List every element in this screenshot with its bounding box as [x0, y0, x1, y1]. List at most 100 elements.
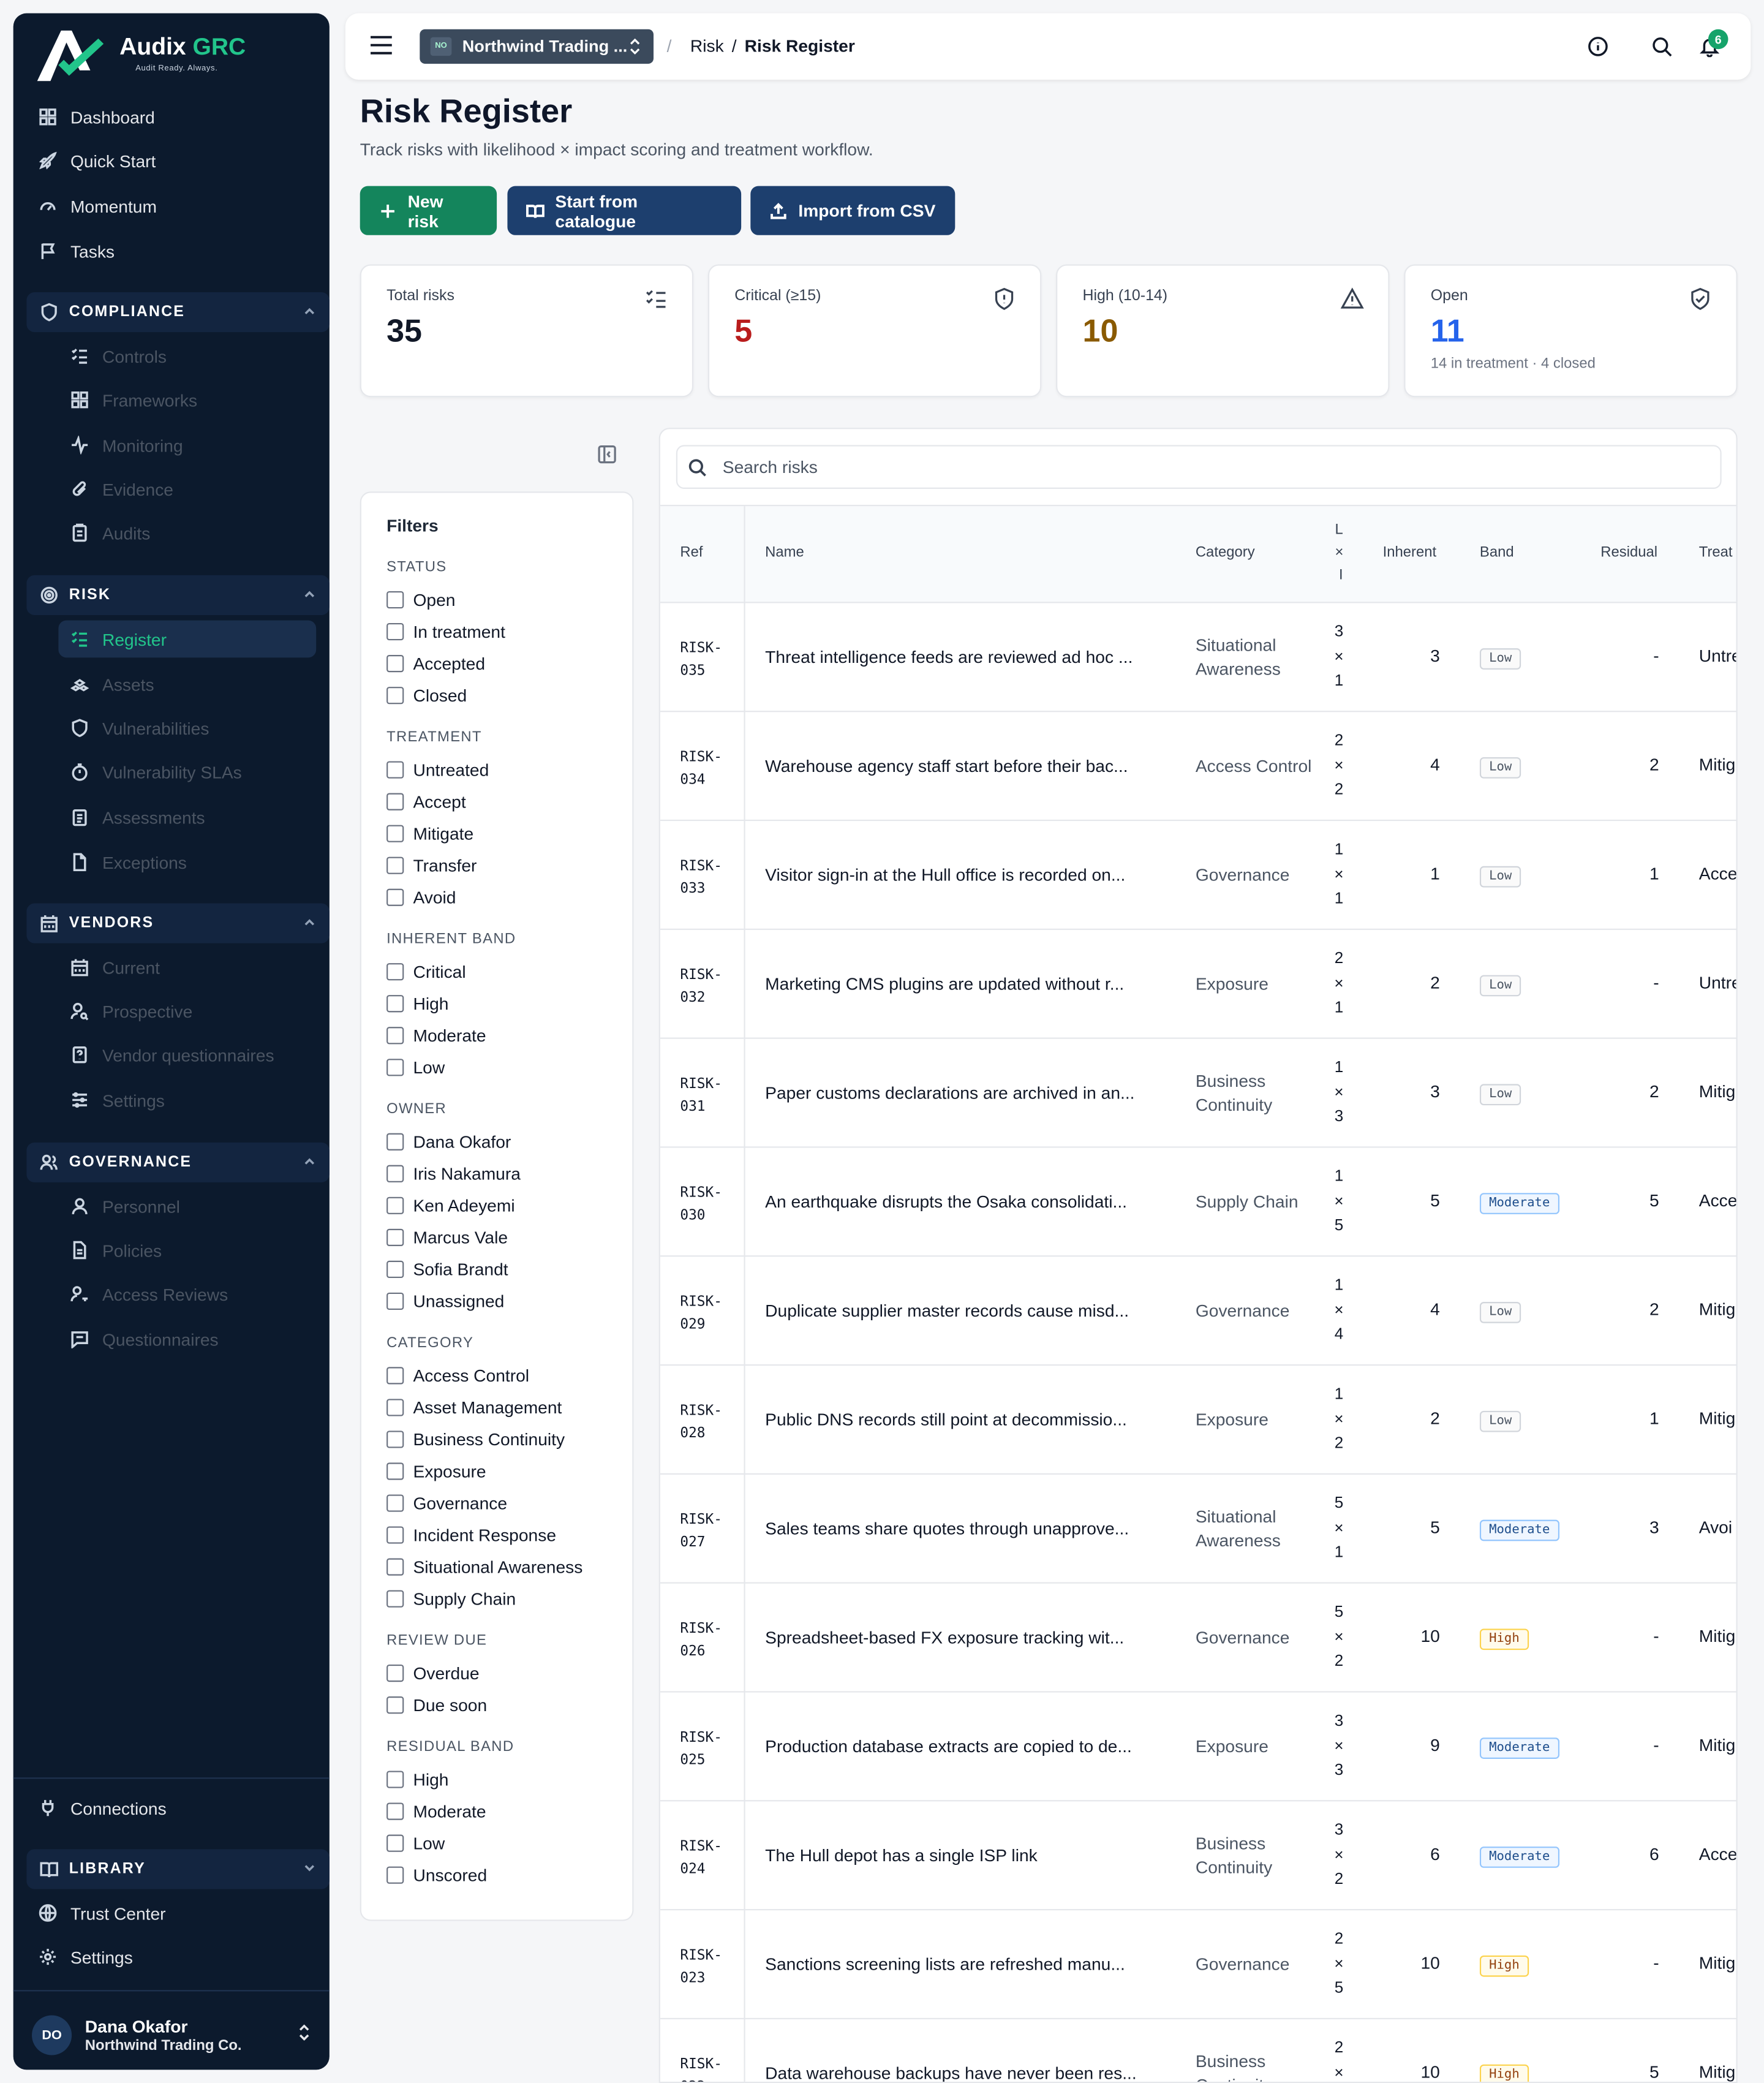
- table-row[interactable]: RISK-028 Public DNS records still point a…: [660, 1366, 1736, 1475]
- checkbox[interactable]: [386, 591, 404, 609]
- table-row[interactable]: RISK-023 Sanctions screening lists are re…: [660, 1910, 1736, 2019]
- section-vendors[interactable]: VENDORS: [26, 903, 330, 943]
- checkbox[interactable]: [386, 1494, 404, 1512]
- table-row[interactable]: RISK-022 Data warehouse backups have neve…: [660, 2019, 1736, 2082]
- checkbox[interactable]: [386, 1665, 404, 1682]
- checkbox[interactable]: [386, 1260, 404, 1279]
- checkbox[interactable]: [386, 995, 404, 1013]
- table-row[interactable]: RISK-030 An earthquake disrupts the Osaka…: [660, 1147, 1736, 1257]
- table-row[interactable]: RISK-029 Duplicate supplier master record…: [660, 1257, 1736, 1366]
- checkbox[interactable]: [386, 963, 404, 981]
- checkbox[interactable]: [386, 1802, 404, 1820]
- risk-ref[interactable]: RISK-034: [680, 747, 733, 792]
- sidebar-item-vulnerabilities[interactable]: Vulnerabilities: [58, 709, 316, 747]
- sidebar-item-prospective[interactable]: Prospective: [58, 992, 316, 1030]
- checkbox[interactable]: [386, 1292, 404, 1310]
- risk-ref[interactable]: RISK-022: [680, 2054, 733, 2082]
- filter-option-high[interactable]: High: [386, 994, 448, 1013]
- checkbox[interactable]: [386, 888, 404, 906]
- filter-option-accept[interactable]: Accept: [386, 792, 466, 812]
- risk-ref[interactable]: RISK-029: [680, 1291, 733, 1337]
- filter-option-sofia-brandt[interactable]: Sofia Brandt: [386, 1260, 508, 1279]
- filter-option-low[interactable]: Low: [386, 1833, 445, 1853]
- sidebar-item-policies[interactable]: Policies: [58, 1231, 316, 1269]
- filter-option-marcus-vale[interactable]: Marcus Vale: [386, 1228, 508, 1247]
- section-library[interactable]: LIBRARY: [26, 1849, 330, 1889]
- filter-option-low[interactable]: Low: [386, 1057, 445, 1078]
- import-csv-button[interactable]: Import from CSV: [750, 186, 956, 235]
- filter-option-dana-okafor[interactable]: Dana Okafor: [386, 1132, 511, 1152]
- sidebar-item-access-reviews[interactable]: Access Reviews: [58, 1276, 316, 1313]
- menu-icon[interactable]: [369, 34, 393, 62]
- risk-name[interactable]: The Hull depot has a single ISP link: [765, 1845, 1164, 1866]
- checkbox[interactable]: [386, 1462, 404, 1480]
- sidebar-item-dashboard[interactable]: Dashboard: [26, 98, 316, 135]
- checkbox[interactable]: [386, 1558, 404, 1576]
- filter-option-situational-awareness[interactable]: Situational Awareness: [386, 1557, 582, 1577]
- col-header-residual[interactable]: Residual: [1600, 545, 1657, 561]
- checkbox[interactable]: [386, 1196, 404, 1214]
- start-from-catalogue-button[interactable]: Start from catalogue: [507, 186, 742, 235]
- checkbox[interactable]: [386, 1771, 404, 1788]
- col-header-inherent[interactable]: Inherent: [1383, 545, 1437, 561]
- sidebar-item-evidence[interactable]: Evidence: [58, 471, 316, 508]
- risk-ref[interactable]: RISK-025: [680, 1727, 733, 1772]
- risk-name[interactable]: Production database extracts are copied …: [765, 1736, 1164, 1756]
- risk-ref[interactable]: RISK-024: [680, 1836, 733, 1881]
- sidebar-item-personnel[interactable]: Personnel: [58, 1188, 316, 1225]
- filter-option-incident-response[interactable]: Incident Response: [386, 1525, 556, 1545]
- sidebar-item-audits[interactable]: Audits: [58, 514, 316, 551]
- risk-name[interactable]: Threat intelligence feeds are reviewed a…: [765, 647, 1164, 667]
- filter-option-overdue[interactable]: Overdue: [386, 1663, 480, 1683]
- filter-option-unassigned[interactable]: Unassigned: [386, 1291, 504, 1311]
- checkbox[interactable]: [386, 1059, 404, 1076]
- filter-option-moderate[interactable]: Moderate: [386, 1801, 486, 1821]
- risk-name[interactable]: Data warehouse backups have never been r…: [765, 2063, 1164, 2082]
- search-icon[interactable]: [1651, 36, 1673, 58]
- filter-option-avoid[interactable]: Avoid: [386, 887, 456, 907]
- org-switcher[interactable]: NO Northwind Trading ...: [420, 29, 654, 64]
- sidebar-item-vendor-questionnaires[interactable]: Vendor questionnaires: [58, 1036, 316, 1073]
- section-risk[interactable]: RISK: [26, 575, 330, 615]
- filter-option-unscored[interactable]: Unscored: [386, 1865, 487, 1885]
- checkbox[interactable]: [386, 1834, 404, 1852]
- sidebar-item-trust-center[interactable]: Trust Center: [26, 1894, 316, 1932]
- sidebar-item-settings[interactable]: Settings: [58, 1081, 316, 1119]
- filter-option-ken-adeyemi[interactable]: Ken Adeyemi: [386, 1196, 515, 1215]
- breadcrumb-risk[interactable]: Risk: [690, 36, 724, 56]
- checkbox[interactable]: [386, 1027, 404, 1045]
- filter-option-moderate[interactable]: Moderate: [386, 1026, 486, 1046]
- new-risk-button[interactable]: New risk: [360, 186, 497, 235]
- filter-option-accepted[interactable]: Accepted: [386, 654, 485, 673]
- section-compliance[interactable]: COMPLIANCE: [26, 292, 330, 333]
- checkbox[interactable]: [386, 1696, 404, 1714]
- sidebar-item-questionnaires[interactable]: Questionnaires: [58, 1320, 316, 1358]
- table-row[interactable]: RISK-031 Paper customs declarations are a…: [660, 1038, 1736, 1148]
- table-row[interactable]: RISK-032 Marketing CMS plugins are update…: [660, 929, 1736, 1039]
- risk-ref[interactable]: RISK-023: [680, 1945, 733, 1990]
- risk-name[interactable]: Warehouse agency staff start before thei…: [765, 756, 1164, 776]
- checkbox[interactable]: [386, 1526, 404, 1544]
- checkbox[interactable]: [386, 1590, 404, 1608]
- col-header-treatment[interactable]: Treat: [1699, 545, 1733, 561]
- table-row[interactable]: RISK-033 Visitor sign-in at the Hull offi…: [660, 821, 1736, 930]
- filter-option-critical[interactable]: Critical: [386, 962, 466, 981]
- checkbox[interactable]: [386, 1367, 404, 1385]
- risk-ref[interactable]: RISK-028: [680, 1400, 733, 1445]
- filter-option-iris-nakamura[interactable]: Iris Nakamura: [386, 1164, 521, 1184]
- risk-ref[interactable]: RISK-035: [680, 638, 733, 683]
- filter-option-in-treatment[interactable]: In treatment: [386, 622, 505, 641]
- checkbox[interactable]: [386, 687, 404, 705]
- sidebar-item-vulnerability-slas[interactable]: Vulnerability SLAs: [58, 753, 316, 790]
- risk-name[interactable]: Sanctions screening lists are refreshed …: [765, 1954, 1164, 1975]
- filter-option-high[interactable]: High: [386, 1769, 448, 1790]
- sidebar-item-connections[interactable]: Connections: [26, 1790, 316, 1827]
- filter-option-asset-management[interactable]: Asset Management: [386, 1397, 562, 1418]
- sidebar-item-monitoring[interactable]: Monitoring: [58, 426, 316, 464]
- col-header-category[interactable]: Category: [1196, 545, 1255, 561]
- filter-option-supply-chain[interactable]: Supply Chain: [386, 1589, 516, 1609]
- risk-name[interactable]: Visitor sign-in at the Hull office is re…: [765, 865, 1164, 885]
- sidebar-item-frameworks[interactable]: Frameworks: [58, 381, 316, 418]
- info-icon[interactable]: [1588, 36, 1609, 58]
- section-governance[interactable]: GOVERNANCE: [26, 1142, 330, 1182]
